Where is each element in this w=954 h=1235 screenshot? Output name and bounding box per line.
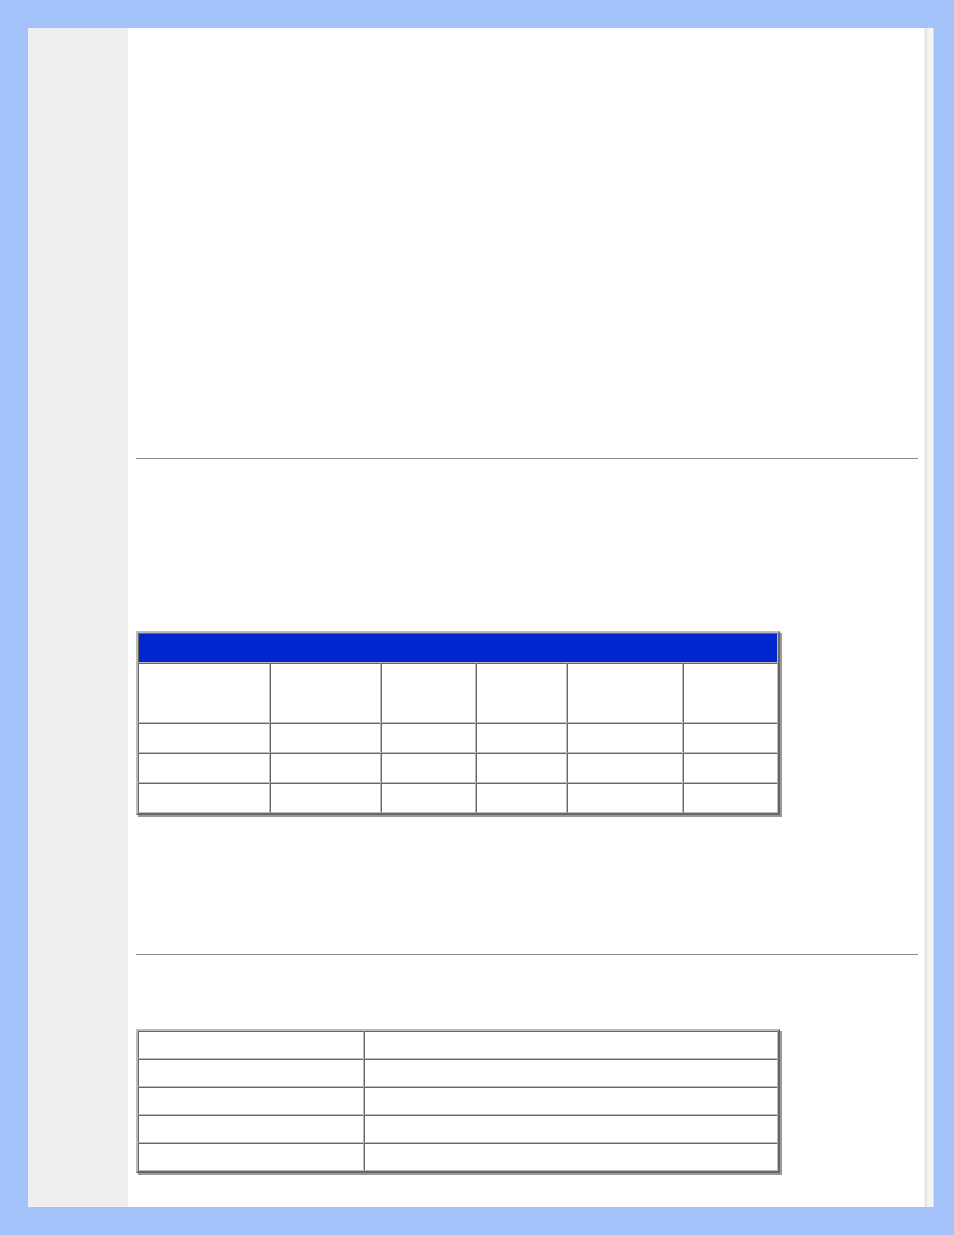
scrollbar[interactable] bbox=[924, 28, 934, 1207]
col-header bbox=[683, 663, 778, 723]
sidebar bbox=[28, 28, 128, 1207]
cell bbox=[364, 1143, 778, 1171]
cell bbox=[476, 783, 567, 813]
cell bbox=[381, 723, 476, 753]
cell bbox=[364, 1031, 778, 1059]
table-row bbox=[138, 1059, 778, 1087]
cell bbox=[476, 753, 567, 783]
cell bbox=[381, 753, 476, 783]
cell bbox=[138, 1143, 364, 1171]
detail-table bbox=[136, 1029, 780, 1173]
cell bbox=[138, 783, 270, 813]
cell bbox=[138, 723, 270, 753]
window bbox=[28, 28, 934, 1207]
cell bbox=[381, 783, 476, 813]
cell bbox=[138, 1059, 364, 1087]
main-area bbox=[128, 28, 934, 1207]
content-column bbox=[136, 28, 918, 1207]
table-row bbox=[138, 1143, 778, 1171]
table-row bbox=[138, 1087, 778, 1115]
table-row bbox=[138, 723, 778, 753]
cell bbox=[364, 1115, 778, 1143]
col-header bbox=[138, 663, 270, 723]
cell bbox=[270, 753, 381, 783]
table-title-cell bbox=[138, 633, 778, 663]
col-header bbox=[381, 663, 476, 723]
cell bbox=[138, 1031, 364, 1059]
cell bbox=[567, 723, 682, 753]
table bbox=[136, 1029, 780, 1173]
table-row bbox=[138, 1031, 778, 1059]
cell bbox=[138, 753, 270, 783]
cell bbox=[683, 783, 778, 813]
cell bbox=[364, 1087, 778, 1115]
cell bbox=[138, 1087, 364, 1115]
cell bbox=[683, 753, 778, 783]
table bbox=[136, 631, 780, 815]
cell bbox=[270, 723, 381, 753]
table-header-row bbox=[138, 633, 778, 663]
col-header bbox=[270, 663, 381, 723]
table-row bbox=[138, 1115, 778, 1143]
scrollbar-track[interactable] bbox=[926, 28, 934, 1207]
summary-table bbox=[136, 631, 780, 815]
cell bbox=[138, 1115, 364, 1143]
cell bbox=[567, 753, 682, 783]
page-frame bbox=[0, 0, 954, 1235]
cell bbox=[683, 723, 778, 753]
col-header bbox=[567, 663, 682, 723]
table-row bbox=[138, 753, 778, 783]
col-header bbox=[476, 663, 567, 723]
section-divider bbox=[136, 458, 918, 459]
table-column-header-row bbox=[138, 663, 778, 723]
table-row bbox=[138, 783, 778, 813]
cell bbox=[270, 783, 381, 813]
cell bbox=[364, 1059, 778, 1087]
section-divider bbox=[136, 954, 918, 955]
cell bbox=[567, 783, 682, 813]
cell bbox=[476, 723, 567, 753]
